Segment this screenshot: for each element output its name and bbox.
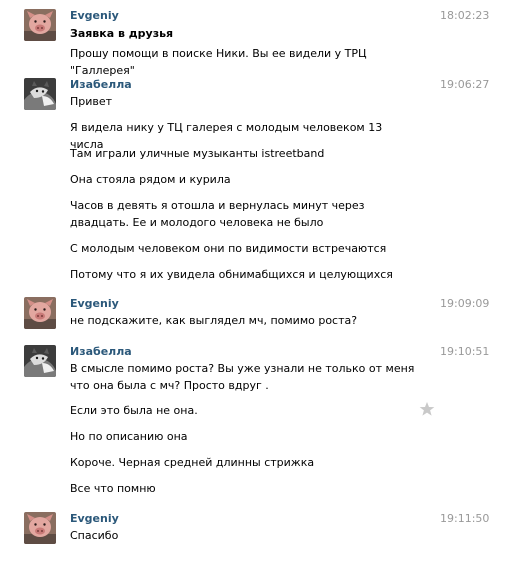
message-text: С молодым человеком они по видимости вст… <box>70 242 387 255</box>
pig-avatar[interactable] <box>24 297 56 329</box>
message-author[interactable]: Evgeniy <box>70 9 119 23</box>
message-time: 19:11:50 <box>440 512 490 525</box>
message-text: не подскажите, как выглядел мч, помимо р… <box>70 314 358 327</box>
message-author[interactable]: Изабелла <box>70 78 132 92</box>
message-text: Прошу помощи в поиске Ники. Вы ее видели… <box>70 47 367 77</box>
message-text: Привет <box>70 95 113 108</box>
pig-avatar[interactable] <box>24 512 56 544</box>
message-text: Заявка в друзья <box>70 27 174 40</box>
message-text: Короче. Черная средней длинны стрижка <box>70 456 315 469</box>
message-time: 19:10:51 <box>440 345 490 358</box>
message-text: Потому что я их увидела обнимабщихся и ц… <box>70 268 393 281</box>
message-author[interactable]: Изабелла <box>70 345 132 359</box>
cat-avatar[interactable] <box>24 345 56 377</box>
message-text: Там играли уличные музыканты istreetband <box>70 147 325 160</box>
star-icon[interactable] <box>419 401 435 417</box>
message-time: 18:02:23 <box>440 9 490 22</box>
message-text: В смысле помимо роста? Вы уже узнали не … <box>70 362 415 392</box>
message-author[interactable]: Evgeniy <box>70 297 119 311</box>
message-text: Все что помню <box>70 482 156 495</box>
message-text: Спасибо <box>70 529 119 542</box>
message-author[interactable]: Evgeniy <box>70 512 119 526</box>
message-text: Она стояла рядом и курила <box>70 173 231 186</box>
cat-avatar[interactable] <box>24 78 56 110</box>
message-time: 19:09:09 <box>440 297 490 310</box>
message-text: Но по описанию она <box>70 430 188 443</box>
message-time: 19:06:27 <box>440 78 490 91</box>
message-text: Часов в девять я отошла и вернулась мину… <box>70 199 365 229</box>
message-text: Если это была не она. <box>70 404 198 417</box>
pig-avatar[interactable] <box>24 9 56 41</box>
